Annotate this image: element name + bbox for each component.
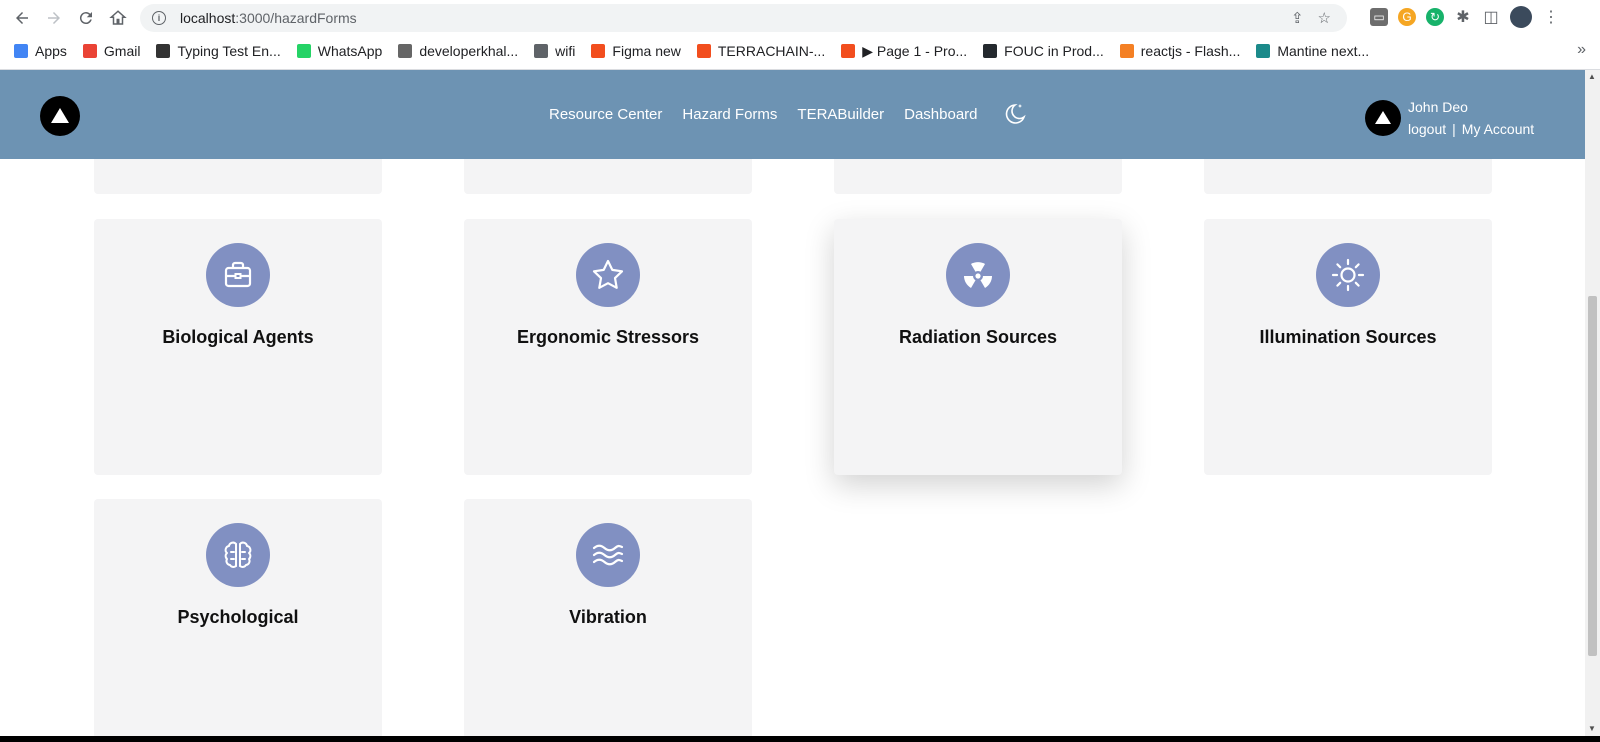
side-panel-icon[interactable]: ◫ — [1482, 8, 1500, 26]
react-icon — [1256, 44, 1271, 58]
bookmark-item[interactable]: TERRACHAIN-... — [696, 43, 826, 59]
card-title: Radiation Sources — [898, 327, 1058, 347]
bookmark-label: Figma new — [612, 43, 681, 59]
link-separator: | — [1452, 121, 1456, 137]
app-header: Resource Center Hazard Forms TERABuilder… — [0, 70, 1585, 159]
sun-icon — [1316, 243, 1380, 307]
bookmark-item[interactable]: Apps — [14, 43, 67, 59]
card-partial[interactable] — [1204, 159, 1492, 194]
extension-icon[interactable]: ▭ — [1370, 8, 1388, 26]
bookmark-item[interactable]: Gmail — [82, 43, 141, 59]
bookmark-label: WhatsApp — [317, 43, 383, 59]
typing-test-icon — [156, 44, 171, 58]
bookmark-label: ▶ Page 1 - Pro... — [862, 42, 968, 59]
hazard-card-psychological[interactable]: Psychological — [94, 499, 382, 739]
nav-resource-center[interactable]: Resource Center — [549, 106, 662, 123]
card-title: Illumination Sources — [1259, 327, 1437, 347]
bookmark-item[interactable]: ▶ Page 1 - Pro... — [841, 43, 967, 60]
bookmark-item[interactable]: FOUC in Prod... — [983, 43, 1104, 59]
forward-icon[interactable] — [38, 2, 70, 34]
url-path: :3000/hazardForms — [235, 10, 357, 26]
card-title: Biological Agents — [162, 327, 314, 347]
nav-hazard-forms[interactable]: Hazard Forms — [682, 106, 777, 123]
hazard-card-biological-agents[interactable]: Biological Agents — [94, 219, 382, 475]
stackoverflow-icon — [1119, 44, 1134, 58]
user-menu: John Deo logout | My Account — [1365, 96, 1534, 140]
card-partial[interactable] — [834, 159, 1122, 194]
grammar-extension-icon[interactable]: G — [1398, 8, 1416, 26]
gmail-icon — [82, 44, 97, 58]
my-account-link[interactable]: My Account — [1462, 118, 1534, 140]
browser-toolbar: i localhost:3000/hazardForms ⇪ ☆ ▭ G ↻ ✱… — [0, 0, 1600, 36]
site-info-icon[interactable]: i — [152, 11, 166, 25]
address-bar[interactable]: i localhost:3000/hazardForms ⇪ ☆ — [140, 4, 1347, 32]
dev-icon — [398, 44, 413, 58]
bookmark-label: Gmail — [103, 43, 141, 59]
app-logo[interactable] — [40, 96, 80, 136]
logout-link[interactable]: logout — [1408, 118, 1446, 140]
bookmark-star-icon[interactable]: ☆ — [1318, 9, 1331, 27]
bookmark-item[interactable]: Mantine next... — [1256, 43, 1369, 59]
briefcase-icon — [206, 243, 270, 307]
radiation-icon — [946, 243, 1010, 307]
apps-grid-icon — [14, 44, 28, 58]
profile-avatar[interactable] — [1510, 6, 1532, 28]
brain-icon — [206, 523, 270, 587]
whatsapp-icon — [296, 44, 311, 58]
bookmark-item[interactable]: wifi — [534, 43, 575, 59]
url-host: localhost — [180, 10, 236, 26]
bookmark-label: developerkhal... — [419, 43, 519, 59]
extensions-area: ▭ G ↻ ✱ ◫ ⋮ — [1370, 6, 1560, 28]
waves-icon — [576, 523, 640, 587]
github-icon — [983, 44, 998, 58]
main-nav: Resource Center Hazard Forms TERABuilder… — [549, 106, 978, 123]
bookmark-label: Apps — [35, 43, 67, 59]
user-avatar[interactable] — [1365, 100, 1401, 136]
refresh-extension-icon[interactable]: ↻ — [1426, 8, 1444, 26]
nav-dashboard[interactable]: Dashboard — [904, 106, 977, 123]
figma-icon — [591, 44, 606, 58]
share-icon[interactable]: ⇪ — [1291, 9, 1304, 27]
bookmark-label: Typing Test En... — [177, 43, 281, 59]
card-title: Psychological — [177, 607, 299, 627]
user-name: John Deo — [1408, 99, 1468, 115]
scroll-up-icon[interactable]: ▲ — [1588, 72, 1596, 81]
card-title: Vibration — [569, 607, 647, 627]
hazard-card-radiation-sources[interactable]: Radiation Sources — [834, 219, 1122, 475]
taskbar-strip — [0, 736, 1600, 742]
bookmark-item[interactable]: Figma new — [591, 43, 681, 59]
card-partial[interactable] — [94, 159, 382, 194]
hazard-card-illumination-sources[interactable]: Illumination Sources — [1204, 219, 1492, 475]
nav-terabuilder[interactable]: TERABuilder — [797, 106, 884, 123]
bookmarks-bar: Apps Gmail Typing Test En... WhatsApp develo… — [0, 37, 1600, 65]
bookmark-item[interactable]: WhatsApp — [296, 43, 383, 59]
browser-chrome: i localhost:3000/hazardForms ⇪ ☆ ▭ G ↻ ✱… — [0, 0, 1600, 70]
card-partial[interactable] — [464, 159, 752, 194]
bookmark-label: Mantine next... — [1277, 43, 1370, 59]
back-icon[interactable] — [6, 2, 38, 34]
bookmark-label: wifi — [555, 43, 576, 59]
card-title: Ergonomic Stressors — [516, 327, 700, 347]
reload-icon[interactable] — [70, 2, 102, 34]
figma-icon — [696, 44, 711, 58]
bookmarks-overflow-icon[interactable]: » — [1577, 41, 1586, 59]
hazard-card-vibration[interactable]: Vibration — [464, 499, 752, 739]
globe-icon — [534, 44, 549, 58]
hazard-card-ergonomic-stressors[interactable]: Ergonomic Stressors — [464, 219, 752, 475]
bookmark-label: reactjs - Flash... — [1140, 43, 1241, 59]
dark-mode-toggle-icon[interactable] — [1001, 101, 1027, 127]
bookmark-label: FOUC in Prod... — [1004, 43, 1104, 59]
puzzle-icon[interactable]: ✱ — [1454, 8, 1472, 26]
bookmark-item[interactable]: Typing Test En... — [156, 43, 281, 59]
menu-dots-icon[interactable]: ⋮ — [1542, 8, 1560, 26]
bookmark-item[interactable]: reactjs - Flash... — [1119, 43, 1241, 59]
bookmark-item[interactable]: developerkhal... — [398, 43, 518, 59]
star-icon — [576, 243, 640, 307]
scrollbar-thumb[interactable] — [1588, 296, 1597, 656]
bookmark-label: TERRACHAIN-... — [717, 43, 826, 59]
scroll-down-icon[interactable]: ▼ — [1588, 724, 1596, 733]
home-icon[interactable] — [102, 2, 134, 34]
figma-icon — [841, 44, 856, 58]
